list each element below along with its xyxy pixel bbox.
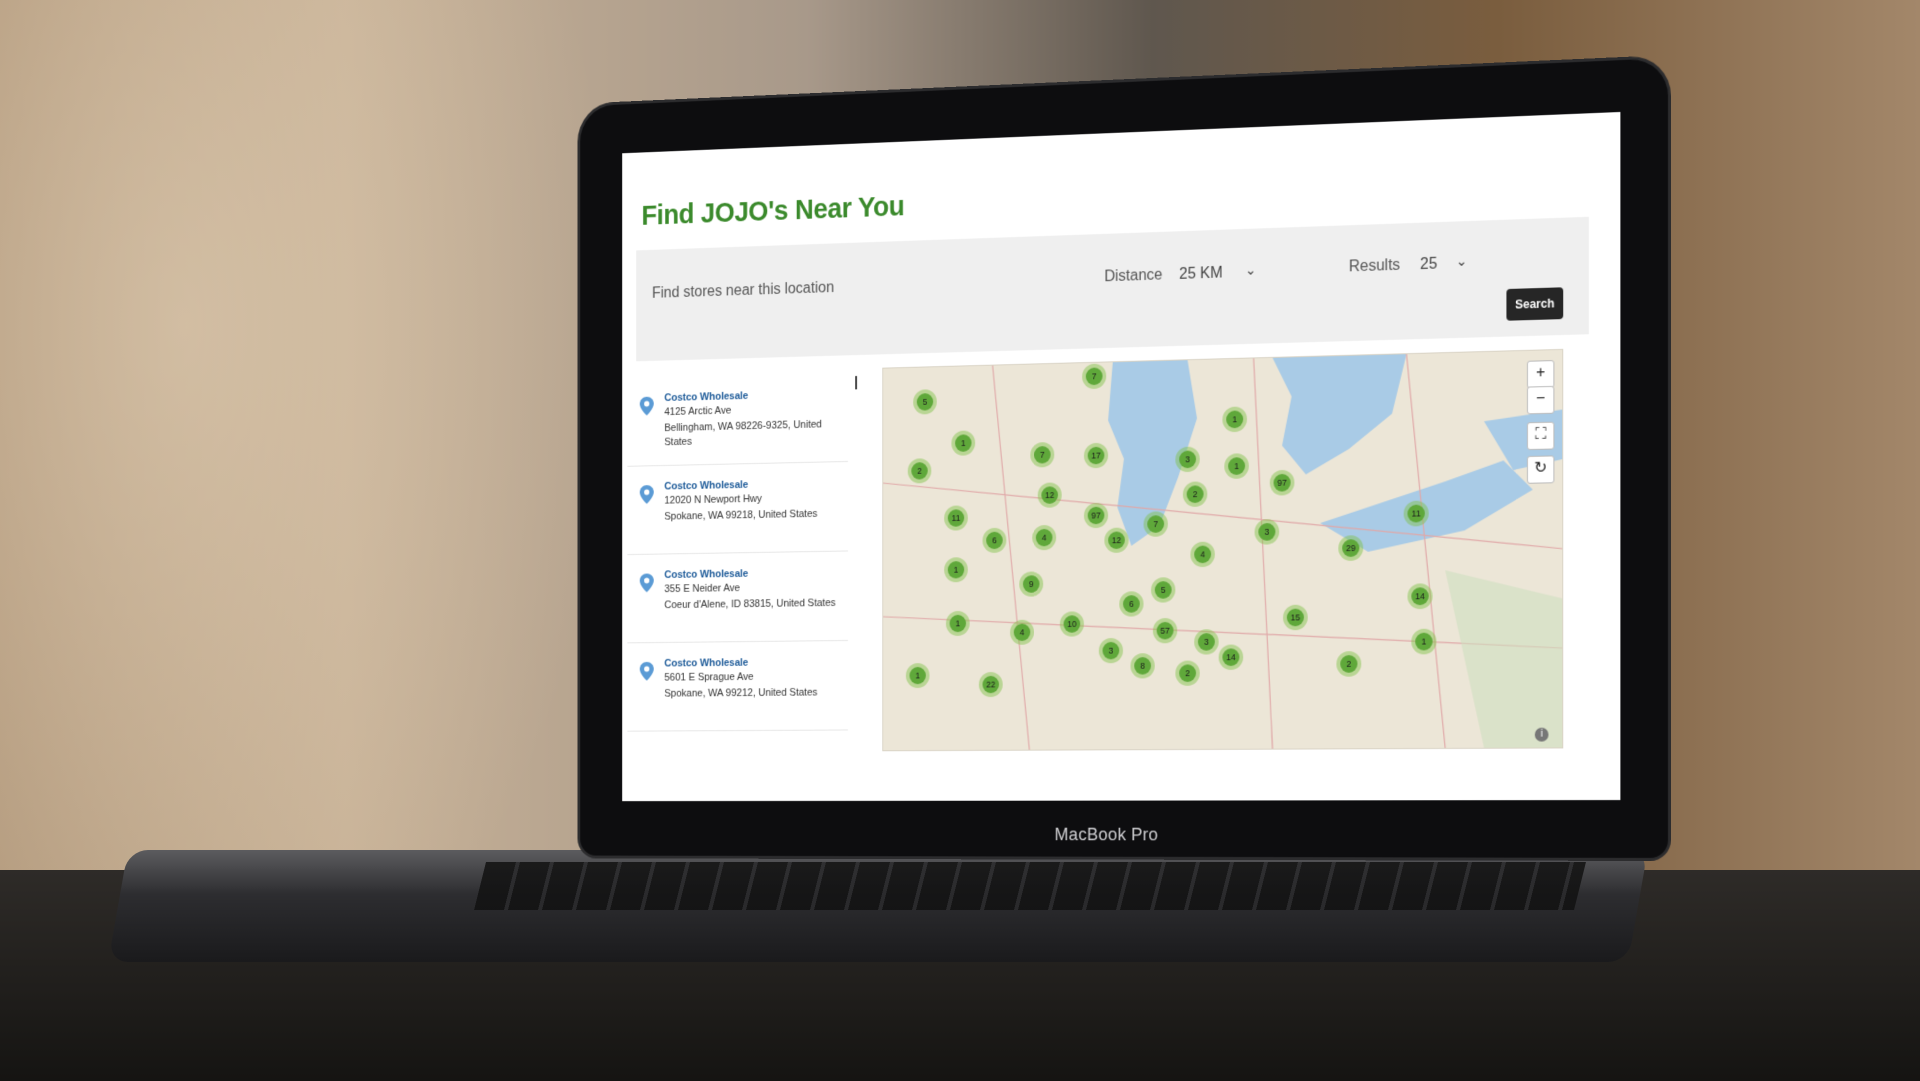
cluster-count: 12 <box>1112 535 1121 545</box>
chevron-down-icon[interactable]: ⌄ <box>1245 262 1256 279</box>
cluster-count: 1 <box>954 565 959 575</box>
store-street: 355 E Neider Ave <box>664 582 740 595</box>
cluster-count: 7 <box>1092 371 1097 381</box>
device-brand: MacBook Pro <box>1054 824 1159 845</box>
info-icon[interactable]: i <box>1534 727 1549 742</box>
store-city: Bellingham, WA 98226-9325, United States <box>664 418 822 449</box>
store-map[interactable]: 5 7 1 2 7 17 3 1 12 97 2 1 97 11 6 4 12 7 3 4 1 9 29 11 6 5 1 10 14 1… <box>882 348 1564 752</box>
cluster-count: 17 <box>1091 450 1100 460</box>
map-cluster-marker[interactable]: 14 <box>1218 644 1244 671</box>
location-input[interactable]: Find stores near this location <box>652 280 834 303</box>
cluster-count: 10 <box>1067 619 1076 629</box>
search-bar: Find stores near this location Distance … <box>636 216 1589 362</box>
cluster-count: 2 <box>917 466 922 476</box>
cluster-count: 4 <box>1020 627 1025 637</box>
results-select[interactable]: 25 <box>1420 256 1437 274</box>
distance-label: Distance <box>1104 266 1163 286</box>
store-name[interactable]: Costco Wholesale <box>664 656 848 669</box>
zoom-out-button[interactable]: − <box>1526 385 1555 415</box>
cluster-count: 15 <box>1291 612 1301 622</box>
cluster-count: 1 <box>956 618 961 628</box>
map-cluster-marker[interactable]: 22 <box>978 671 1003 698</box>
cluster-count: 1 <box>1421 636 1426 646</box>
cluster-count: 11 <box>1412 508 1421 518</box>
map-cluster-marker[interactable]: 2 <box>1336 651 1362 677</box>
map-cluster-marker[interactable]: 1 <box>905 663 930 689</box>
map-pin-icon <box>639 396 654 416</box>
map-cluster-marker[interactable]: 2 <box>1175 660 1200 686</box>
cluster-count: 5 <box>1161 585 1166 595</box>
cluster-count: 7 <box>1040 450 1045 460</box>
cluster-count: 9 <box>1029 579 1034 589</box>
store-item[interactable]: Costco Wholesale 12020 N Newport Hwy Spo… <box>627 461 848 556</box>
chevron-down-icon[interactable]: ⌄ <box>1456 253 1467 270</box>
browser-screen: Find JOJO's Near You Find stores near th… <box>622 111 1621 802</box>
search-button[interactable]: Search <box>1506 287 1564 321</box>
cluster-count: 3 <box>1109 646 1114 656</box>
page-title: Find JOJO's Near You <box>641 191 905 232</box>
cluster-count: 2 <box>1346 659 1351 669</box>
store-street: 5601 E Sprague Ave <box>664 671 754 684</box>
cluster-count: 4 <box>1042 532 1047 542</box>
cluster-count: 3 <box>1265 527 1270 537</box>
cluster-count: 29 <box>1346 543 1356 553</box>
cluster-count: 4 <box>1200 549 1205 559</box>
cluster-count: 11 <box>952 513 961 523</box>
cluster-count: 5 <box>923 397 928 407</box>
fullscreen-icon[interactable]: ⛶ <box>1526 421 1555 451</box>
cluster-count: 8 <box>1140 661 1145 671</box>
map-pin-icon <box>639 485 654 505</box>
cluster-count: 57 <box>1160 625 1170 635</box>
cluster-count: 14 <box>1226 652 1236 662</box>
cluster-count: 3 <box>1204 637 1209 647</box>
store-item[interactable]: Costco Wholesale 355 E Neider Ave Coeur … <box>627 551 848 644</box>
cluster-count: 22 <box>986 679 995 689</box>
laptop-lid: Find JOJO's Near You Find stores near th… <box>580 58 1668 858</box>
store-city: Spokane, WA 99218, United States <box>664 508 818 523</box>
store-item[interactable]: Costco Wholesale 4125 Arctic Ave Belling… <box>627 372 848 467</box>
store-name[interactable]: Costco Wholesale <box>664 567 848 581</box>
cluster-count: 2 <box>1185 668 1190 678</box>
map-pin-icon <box>639 661 654 681</box>
cluster-count: 1 <box>1234 461 1239 471</box>
store-city: Coeur d'Alene, ID 83815, United States <box>664 597 836 611</box>
cluster-count: 3 <box>1185 454 1190 464</box>
cluster-count: 97 <box>1091 510 1100 520</box>
cluster-count: 14 <box>1415 591 1425 601</box>
store-item[interactable]: Costco Wholesale 5601 E Sprague Ave Spok… <box>627 640 848 732</box>
store-street: 12020 N Newport Hwy <box>664 493 762 507</box>
map-pin-icon <box>639 573 654 593</box>
cluster-count: 2 <box>1193 489 1198 499</box>
cluster-count: 7 <box>1153 519 1158 529</box>
cluster-count: 12 <box>1045 490 1054 500</box>
store-list: Costco Wholesale 4125 Arctic Ave Belling… <box>627 372 848 754</box>
zoom-in-button[interactable]: + <box>1526 360 1555 389</box>
cluster-count: 6 <box>992 535 997 545</box>
reset-icon[interactable]: ↻ <box>1526 455 1555 484</box>
keyboard <box>474 862 1586 910</box>
cluster-count: 1 <box>915 670 920 680</box>
cluster-count: 6 <box>1129 599 1134 609</box>
text-cursor <box>855 376 858 390</box>
map-cluster-marker[interactable]: 8 <box>1130 653 1155 679</box>
store-city: Spokane, WA 99212, United States <box>664 686 818 700</box>
results-label: Results <box>1348 256 1401 276</box>
cluster-count: 1 <box>1232 414 1237 424</box>
cluster-count: 1 <box>961 438 966 448</box>
cluster-count: 97 <box>1277 477 1287 487</box>
distance-select[interactable]: 25 KM <box>1179 265 1223 284</box>
map-base: 57127 17 3112972197116 4 12734192911651 10141… <box>883 349 1563 751</box>
